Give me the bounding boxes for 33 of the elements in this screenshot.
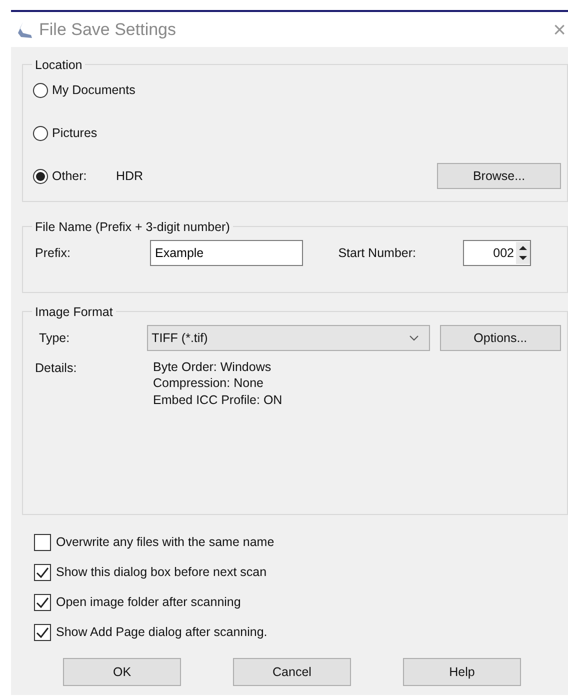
checkbox[interactable] — [34, 534, 51, 550]
checkbox-label[interactable]: Show this dialog box before next scan — [56, 562, 267, 582]
start-number-label: Start Number: — [338, 244, 416, 262]
options-button[interactable]: Options... — [440, 325, 561, 351]
prefix-label: Prefix: — [34, 244, 72, 262]
browse-button[interactable]: Browse... — [437, 163, 561, 189]
start-number-spinner[interactable]: 002 — [463, 240, 531, 266]
radio-label[interactable]: Other: — [52, 166, 112, 186]
checkbox[interactable] — [34, 564, 51, 580]
dialog-button[interactable]: Cancel — [233, 658, 351, 686]
radio-label[interactable]: My Documents — [52, 80, 136, 100]
checkbox-label[interactable]: Open image folder after scanning — [56, 592, 241, 612]
details-label: Details: — [34, 360, 78, 377]
type-dropdown[interactable]: TIFF (*.tif) — [146, 325, 430, 351]
type-label: Type: — [38, 330, 71, 347]
radio-button[interactable] — [33, 168, 48, 184]
checkbox[interactable] — [34, 594, 51, 610]
checkbox-label[interactable]: Show Add Page dialog after scanning. — [56, 622, 268, 642]
window-title: File Save Settings — [39, 18, 176, 41]
prefix-field[interactable]: Example — [150, 240, 303, 266]
radio-label[interactable]: Pictures — [52, 124, 98, 142]
radio-button[interactable] — [33, 82, 48, 98]
chevron-down-icon — [408, 335, 419, 341]
detail-text: Compression: None — [153, 375, 264, 392]
detail-text: Embed ICC Profile: ON — [153, 392, 282, 408]
checkbox[interactable] — [34, 624, 51, 640]
folder-name: HDR — [116, 168, 144, 185]
dialog-button[interactable]: Help — [403, 658, 521, 686]
spinner-arrows-icon[interactable] — [516, 242, 530, 264]
radio-button[interactable] — [33, 126, 48, 140]
dialog-button[interactable]: OK — [63, 658, 181, 686]
checkbox-label[interactable]: Overwrite any files with the same name — [56, 532, 274, 552]
detail-text: Byte Order: Windows — [153, 359, 272, 376]
